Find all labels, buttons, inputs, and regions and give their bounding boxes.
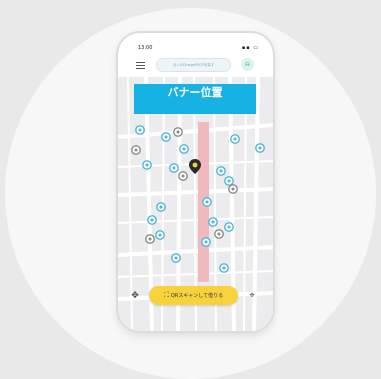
qr-scan-button[interactable]: ⛶ QRスキャンして借りる <box>149 286 238 305</box>
station-pin <box>219 263 229 273</box>
station-pin <box>208 217 218 227</box>
station-pin <box>178 171 188 181</box>
station-pin <box>135 125 145 135</box>
bell-icon[interactable]: ⍾ <box>241 58 254 71</box>
station-pin <box>169 163 179 173</box>
current-location-icon <box>189 159 201 174</box>
hamburger-menu-icon[interactable] <box>136 62 145 70</box>
header-bar: 近くのChargeSPOTを探す ⍾ <box>118 57 273 75</box>
phone-mockup: 13:00 ▪▪ ▭ 近くのChargeSPOTを探す ⍾ バナー位置 ✥ ⛶ … <box>118 33 273 331</box>
station-pin <box>173 127 183 137</box>
station-pin <box>131 145 141 155</box>
station-pin <box>156 202 166 212</box>
station-pin <box>147 215 157 225</box>
station-pin <box>142 160 152 170</box>
station-pin <box>171 253 181 263</box>
station-pin <box>145 234 155 244</box>
station-pin <box>179 144 189 154</box>
station-pin <box>201 237 211 247</box>
station-pin <box>224 222 234 232</box>
map-view[interactable]: バナー位置 ✥ ⛶ QRスキャンして借りる ⌖ <box>118 77 273 331</box>
station-pin <box>228 184 238 194</box>
crosshair-icon[interactable]: ⌖ <box>246 290 258 302</box>
station-pin <box>230 134 240 144</box>
qr-scan-label: QRスキャンして借りる <box>170 293 224 299</box>
station-pin <box>161 132 171 142</box>
station-pin <box>255 143 265 153</box>
station-pin <box>224 176 234 186</box>
qr-scan-icon: ⛶ <box>163 291 169 299</box>
station-pin <box>155 230 165 240</box>
status-bar: 13:00 ▪▪ ▭ <box>118 33 273 53</box>
status-icons: ▪▪ ▭ <box>241 45 259 51</box>
station-pin <box>214 229 224 239</box>
station-pin <box>216 166 226 176</box>
compass-icon[interactable]: ✥ <box>129 290 141 302</box>
status-time: 13:00 <box>138 45 153 51</box>
search-bar[interactable]: 近くのChargeSPOTを探す <box>157 59 230 71</box>
station-pin <box>202 197 212 207</box>
